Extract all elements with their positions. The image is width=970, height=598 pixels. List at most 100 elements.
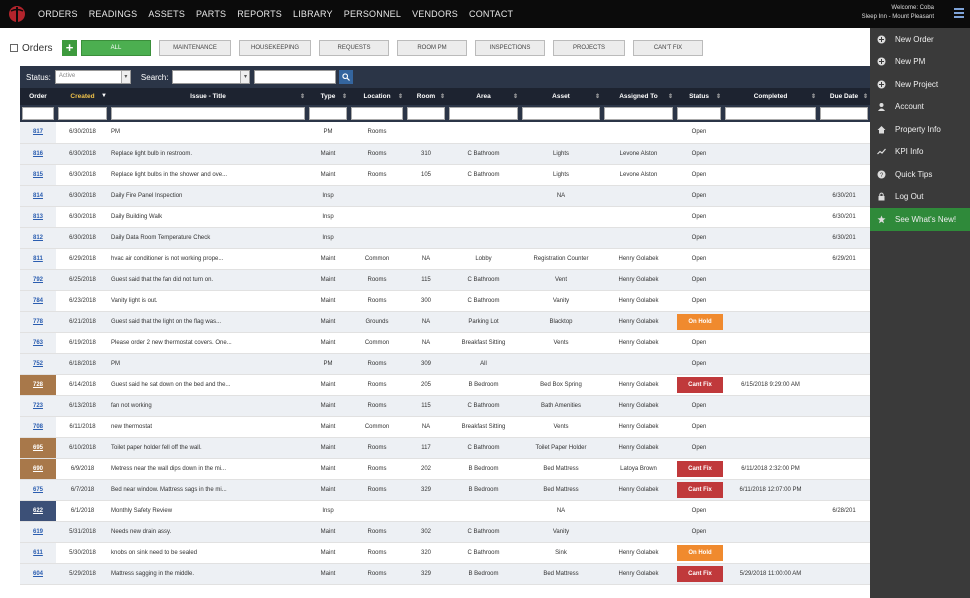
order-link[interactable]: 792 — [33, 277, 43, 283]
search-field-select[interactable]: ▾ — [172, 70, 251, 84]
table-row[interactable]: 817 6/30/2018 PM PM Rooms Open — [20, 122, 870, 144]
column-header-completed[interactable]: Completed ⇕ — [723, 88, 818, 105]
table-row[interactable]: 763 6/19/2018 Please order 2 new thermosta… — [20, 332, 870, 354]
column-filter-input[interactable] — [22, 107, 54, 120]
search-input[interactable] — [254, 70, 337, 84]
column-filter-input[interactable] — [677, 107, 721, 120]
order-link[interactable]: 622 — [33, 508, 43, 514]
sort-icon[interactable]: ⇕ — [595, 93, 600, 100]
table-row[interactable]: 695 6/10/2018 Toilet paper holder fell off… — [20, 437, 870, 459]
order-link[interactable]: 708 — [33, 424, 43, 430]
filter-tab-maintenance[interactable]: MAINTENANCE — [159, 40, 231, 56]
side-menu-item-property-info[interactable]: Property Info — [870, 118, 970, 141]
table-row[interactable]: 619 5/31/2018 Needs new drain assy. Maint Ro… — [20, 521, 870, 543]
search-button[interactable] — [339, 70, 354, 84]
brand-logo[interactable] — [0, 0, 34, 28]
sort-icon[interactable]: ⇕ — [716, 93, 721, 100]
table-row[interactable]: 708 6/11/2018 new thermostat Maint Common NA B… — [20, 416, 870, 438]
column-filter-input[interactable] — [309, 107, 347, 120]
column-header-assigned-to[interactable]: Assigned To ⇕ — [602, 88, 675, 105]
sort-desc-icon[interactable]: ▼ — [101, 93, 107, 99]
filter-tab-requests[interactable]: REQUESTS — [319, 40, 389, 56]
side-menu-item-new-order[interactable]: New Order — [870, 28, 970, 51]
column-header-issue-title[interactable]: Issue - Title ⇕ — [109, 88, 307, 105]
sort-icon[interactable]: ⇕ — [440, 93, 445, 100]
filter-tab-projects[interactable]: PROJECTS — [553, 40, 625, 56]
side-menu-item-new-pm[interactable]: New PM — [870, 51, 970, 74]
column-header-status[interactable]: Status ⇕ — [675, 88, 723, 105]
column-header-due-date[interactable]: Due Date ⇕ — [818, 88, 870, 105]
side-menu-item-log-out[interactable]: Log Out — [870, 186, 970, 209]
table-row[interactable]: 814 6/30/2018 Daily Fire Panel Inspection I… — [20, 185, 870, 207]
table-row[interactable]: 728 6/14/2018 Guest said he sat down on th… — [20, 374, 870, 396]
order-link[interactable]: 816 — [33, 151, 43, 157]
sort-icon[interactable]: ⇕ — [398, 93, 403, 100]
order-link[interactable]: 723 — [33, 403, 43, 409]
nav-item-readings[interactable]: READINGS — [87, 9, 147, 19]
table-row[interactable]: 723 6/13/2018 fan not working Maint Rooms 115… — [20, 395, 870, 417]
nav-item-contact[interactable]: CONTACT — [467, 9, 522, 19]
order-link[interactable]: 695 — [33, 445, 43, 451]
order-link[interactable]: 690 — [33, 466, 43, 472]
nav-item-parts[interactable]: PARTS — [194, 9, 235, 19]
order-link[interactable]: 604 — [33, 571, 43, 577]
order-link[interactable]: 611 — [33, 550, 43, 556]
nav-item-vendors[interactable]: VENDORS — [410, 9, 467, 19]
filter-tab-inspections[interactable]: INSPECTIONS — [475, 40, 545, 56]
column-filter-input[interactable] — [407, 107, 445, 120]
column-filter-input[interactable] — [725, 107, 816, 120]
side-menu-item-new-project[interactable]: New Project — [870, 73, 970, 96]
table-row[interactable]: 813 6/30/2018 Daily Building Walk Insp Open 6… — [20, 206, 870, 228]
column-filter-input[interactable] — [604, 107, 673, 120]
nav-item-reports[interactable]: REPORTS — [235, 9, 291, 19]
sort-icon[interactable]: ⇕ — [300, 93, 305, 100]
column-header-location[interactable]: Location ⇕ — [349, 88, 405, 105]
column-header-area[interactable]: Area ⇕ — [447, 88, 520, 105]
column-filter-input[interactable] — [820, 107, 868, 120]
column-header-order[interactable]: Order — [20, 88, 56, 105]
filter-tab-can-t-fix[interactable]: CAN'T FIX — [633, 40, 703, 56]
table-row[interactable]: 611 5/30/2018 knobs on sink need to be sea… — [20, 542, 870, 564]
table-row[interactable]: 812 6/30/2018 Daily Data Room Temperature … — [20, 227, 870, 249]
filter-tab-housekeeping[interactable]: HOUSEKEEPING — [239, 40, 311, 56]
sort-icon[interactable]: ⇕ — [863, 93, 868, 100]
column-header-created[interactable]: Created ▼ — [56, 88, 109, 105]
column-header-room[interactable]: Room ⇕ — [405, 88, 447, 105]
table-row[interactable]: 690 6/9/2018 Metress near the wall dips do… — [20, 458, 870, 480]
order-link[interactable]: 811 — [33, 256, 43, 262]
filter-tab-all[interactable]: ALL — [81, 40, 151, 56]
order-link[interactable]: 784 — [33, 298, 43, 304]
column-filter-input[interactable] — [522, 107, 600, 120]
column-filter-input[interactable] — [351, 107, 403, 120]
order-link[interactable]: 619 — [33, 529, 43, 535]
table-row[interactable]: 811 6/29/2018 hvac air conditioner is not … — [20, 248, 870, 270]
filter-tab-room-pm[interactable]: ROOM PM — [397, 40, 467, 56]
table-row[interactable]: 815 6/30/2018 Replace light bulbs in the s… — [20, 164, 870, 186]
table-row[interactable]: 784 6/23/2018 Vanity light is out. Maint Roo… — [20, 290, 870, 312]
nav-item-library[interactable]: LIBRARY — [291, 9, 342, 19]
order-link[interactable]: 815 — [33, 172, 43, 178]
sort-icon[interactable]: ⇕ — [342, 93, 347, 100]
table-row[interactable]: 816 6/30/2018 Replace light bulb in restro… — [20, 143, 870, 165]
side-menu-item-account[interactable]: Account — [870, 96, 970, 119]
order-link[interactable]: 778 — [33, 319, 43, 325]
order-link[interactable]: 812 — [33, 235, 43, 241]
side-menu-item-quick-tips[interactable]: ? Quick Tips — [870, 163, 970, 186]
table-row[interactable]: 675 6/7/2018 Bed near window. Mattress sag… — [20, 479, 870, 501]
column-filter-input[interactable] — [449, 107, 518, 120]
table-row[interactable]: 752 6/18/2018 PM PM Rooms 309 All Open — [20, 353, 870, 375]
add-order-button[interactable]: + — [62, 40, 77, 56]
side-menu-item-kpi-info[interactable]: KPI Info — [870, 141, 970, 164]
nav-item-orders[interactable]: ORDERS — [36, 9, 87, 19]
order-link[interactable]: 817 — [33, 129, 43, 135]
sort-icon[interactable]: ⇕ — [668, 93, 673, 100]
order-link[interactable]: 728 — [33, 382, 43, 388]
table-row[interactable]: 604 5/29/2018 Mattress sagging in the midd… — [20, 563, 870, 585]
column-filter-input[interactable] — [58, 107, 107, 120]
hamburger-menu-icon[interactable] — [954, 8, 964, 18]
order-link[interactable]: 813 — [33, 214, 43, 220]
status-select[interactable]: Active ▾ — [54, 70, 131, 84]
order-link[interactable]: 675 — [33, 487, 43, 493]
column-header-type[interactable]: Type ⇕ — [307, 88, 349, 105]
order-link[interactable]: 752 — [33, 361, 43, 367]
